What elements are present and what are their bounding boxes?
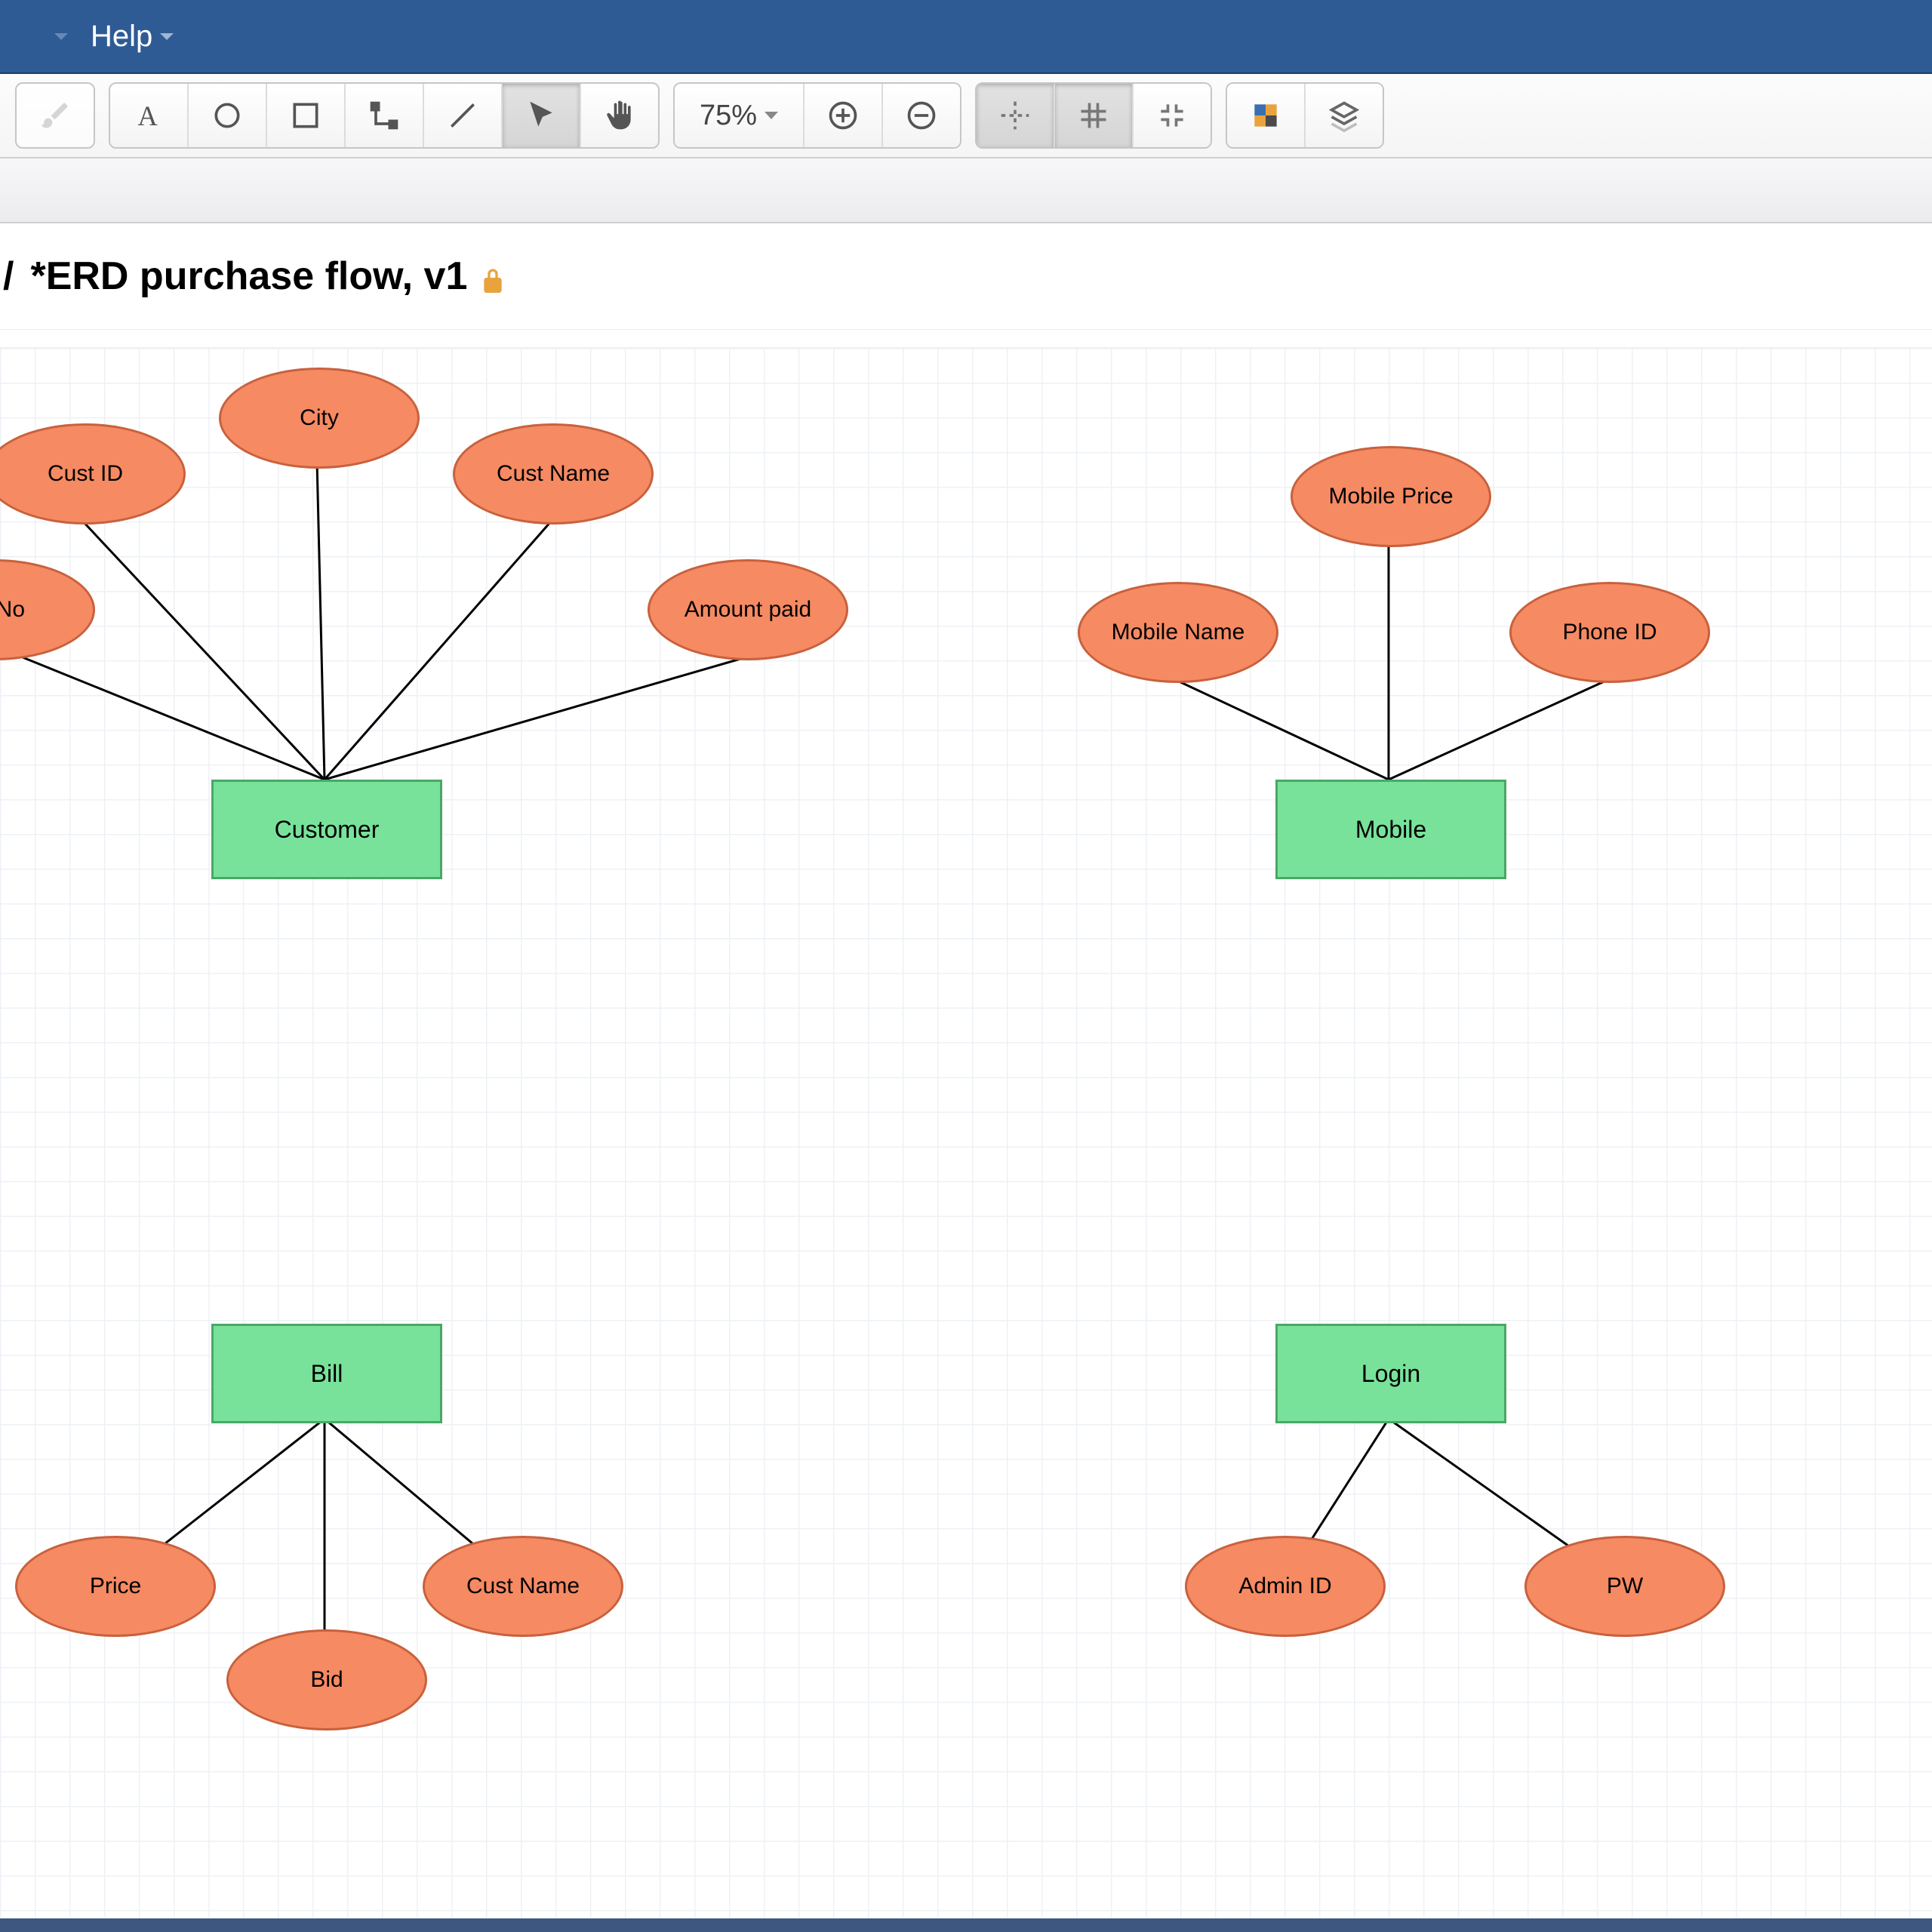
attr-bill-cname[interactable]: Cust Name bbox=[423, 1536, 623, 1637]
zoom-out-button[interactable] bbox=[883, 84, 960, 147]
entity-customer[interactable]: Customer bbox=[211, 780, 442, 879]
attr-city[interactable]: City bbox=[219, 368, 420, 469]
snap-icon bbox=[1155, 99, 1189, 132]
paint-brush-icon bbox=[38, 99, 72, 132]
guides-icon bbox=[998, 99, 1032, 132]
attr-mobile-name[interactable]: Mobile Name bbox=[1078, 582, 1278, 683]
square-icon bbox=[289, 99, 322, 132]
entity-label: Customer bbox=[275, 816, 380, 844]
attr-bill-price[interactable]: Price bbox=[15, 1536, 216, 1637]
attr-label: Price bbox=[90, 1574, 141, 1599]
entity-label: Login bbox=[1361, 1360, 1420, 1388]
attr-mobile-price[interactable]: Mobile Price bbox=[1291, 446, 1491, 547]
paint-format-button[interactable] bbox=[17, 84, 94, 147]
toolbar: A 75% bbox=[0, 74, 1932, 158]
status-bar bbox=[0, 1918, 1932, 1932]
attr-label: Phone ID bbox=[1562, 620, 1657, 645]
minus-circle-icon bbox=[905, 99, 938, 132]
grid-icon bbox=[1077, 99, 1110, 132]
menu-help[interactable]: Help bbox=[77, 17, 187, 57]
attr-amount-paid[interactable]: Amount paid bbox=[648, 559, 848, 660]
menu-bar: Help bbox=[0, 0, 1932, 74]
attr-bid[interactable]: Bid bbox=[226, 1629, 427, 1730]
snap-button[interactable] bbox=[1134, 84, 1211, 147]
rectangle-tool-button[interactable] bbox=[267, 84, 346, 147]
chevron-down-icon bbox=[764, 112, 778, 119]
breadcrumb-separator: / bbox=[3, 254, 14, 299]
menu-help-label: Help bbox=[91, 20, 152, 54]
elbow-connector-icon bbox=[368, 99, 401, 132]
line-tool-button[interactable] bbox=[424, 84, 503, 147]
text-tool-button[interactable]: A bbox=[110, 84, 189, 147]
plus-circle-icon bbox=[826, 99, 860, 132]
guides-button[interactable] bbox=[977, 84, 1055, 147]
attr-admin-id[interactable]: Admin ID bbox=[1185, 1536, 1386, 1637]
zoom-level-label: 75% bbox=[700, 100, 757, 132]
attr-label: Cust Name bbox=[497, 461, 610, 487]
chevron-down-icon bbox=[160, 33, 174, 40]
connector-tool-button[interactable] bbox=[346, 84, 424, 147]
zoom-group: 75% bbox=[673, 82, 961, 149]
grid-group bbox=[975, 82, 1212, 149]
grid-toggle-button[interactable] bbox=[1055, 84, 1134, 147]
diagram-canvas[interactable]: Customer Mobile Bill Login Cust ID City … bbox=[0, 347, 1932, 1918]
attr-label: Amount paid bbox=[685, 597, 811, 623]
layers-icon bbox=[1327, 99, 1361, 132]
document-title-row: / *ERD purchase flow, v1 bbox=[0, 223, 1932, 330]
attr-label: Admin ID bbox=[1238, 1574, 1331, 1599]
zoom-in-button[interactable] bbox=[804, 84, 883, 147]
document-title[interactable]: *ERD purchase flow, v1 bbox=[30, 254, 467, 299]
pan-tool-button[interactable] bbox=[581, 84, 658, 147]
attr-pw[interactable]: PW bbox=[1524, 1536, 1725, 1637]
attr-label: ne No bbox=[0, 597, 25, 623]
attr-cust-name[interactable]: Cust Name bbox=[453, 423, 654, 525]
view-group bbox=[1226, 82, 1384, 149]
hand-icon bbox=[603, 99, 636, 132]
entity-label: Bill bbox=[311, 1360, 343, 1388]
attr-label: Bid bbox=[310, 1667, 343, 1693]
attr-label: Cust Name bbox=[466, 1574, 580, 1599]
entity-bill[interactable]: Bill bbox=[211, 1324, 442, 1423]
layers-button[interactable] bbox=[1306, 84, 1383, 147]
attr-label: PW bbox=[1607, 1574, 1643, 1599]
attr-label: Mobile Name bbox=[1112, 620, 1245, 645]
palette-icon bbox=[1249, 99, 1282, 132]
attr-label: Mobile Price bbox=[1328, 484, 1453, 509]
entity-label: Mobile bbox=[1355, 816, 1426, 844]
svg-text:A: A bbox=[137, 100, 158, 131]
text-icon: A bbox=[132, 99, 165, 132]
shape-tool-group: A bbox=[109, 82, 660, 149]
circle-icon bbox=[211, 99, 244, 132]
attr-label: City bbox=[300, 405, 339, 431]
line-icon bbox=[446, 99, 479, 132]
ellipse-tool-button[interactable] bbox=[189, 84, 267, 147]
attr-phone-id[interactable]: Phone ID bbox=[1509, 582, 1710, 683]
sub-toolbar bbox=[0, 158, 1932, 223]
paint-tool-group bbox=[15, 82, 95, 149]
entity-login[interactable]: Login bbox=[1275, 1324, 1506, 1423]
entity-mobile[interactable]: Mobile bbox=[1275, 780, 1506, 879]
attr-label: Cust ID bbox=[48, 461, 123, 487]
menu-caret-icon bbox=[54, 33, 68, 40]
cursor-icon bbox=[525, 99, 558, 132]
lock-icon[interactable] bbox=[478, 261, 508, 291]
zoom-level-dropdown[interactable]: 75% bbox=[675, 84, 804, 147]
select-tool-button[interactable] bbox=[503, 84, 581, 147]
theme-button[interactable] bbox=[1227, 84, 1306, 147]
